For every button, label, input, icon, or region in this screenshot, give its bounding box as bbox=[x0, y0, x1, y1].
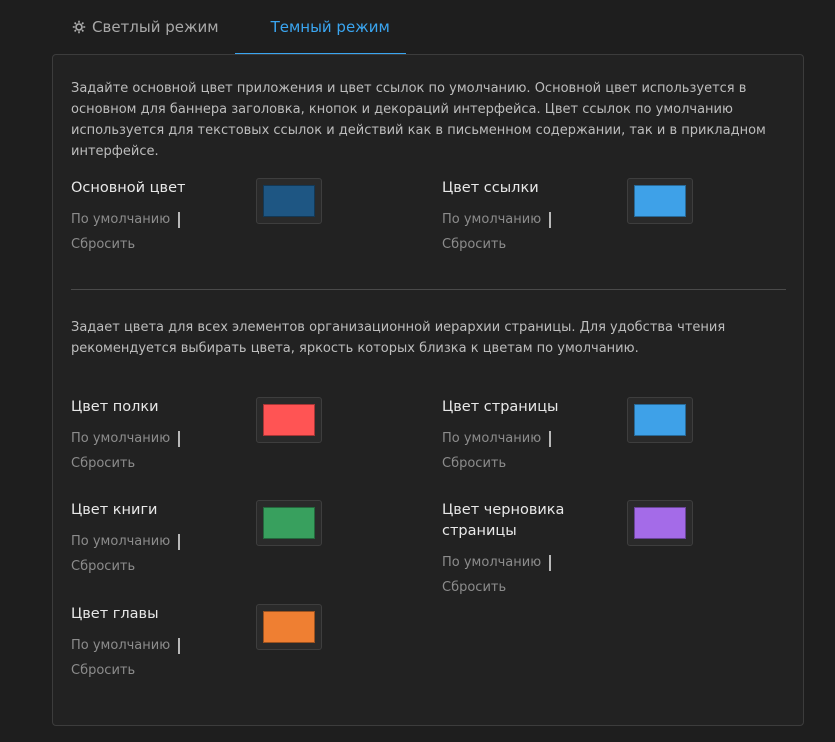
link-color-picker[interactable] bbox=[627, 178, 693, 224]
primary-color-swatch bbox=[263, 185, 315, 217]
book-color-default-link[interactable]: По умолчанию bbox=[71, 534, 181, 550]
primary-color-picker[interactable] bbox=[256, 178, 322, 224]
shelf-color-default-link[interactable]: По умолчанию bbox=[71, 431, 181, 447]
moon-icon bbox=[251, 20, 265, 34]
chapter-color-default-link[interactable]: По умолчанию bbox=[71, 638, 181, 654]
link-color-default-link[interactable]: По умолчанию bbox=[442, 212, 552, 228]
tab-light-mode-label: Светлый режим bbox=[92, 17, 219, 36]
chapter-color-swatch bbox=[263, 611, 315, 643]
tab-dark-mode[interactable]: Темный режим bbox=[234, 0, 406, 55]
shelf-color-reset-link[interactable]: Сбросить bbox=[71, 451, 331, 476]
color-settings-panel: Задайте основной цвет приложения и цвет … bbox=[52, 54, 804, 726]
draft-page-color-setting: Цвет черновика страницы По умолчанию Сбр… bbox=[442, 500, 572, 600]
gear-icon bbox=[72, 20, 86, 34]
page-color-default-link[interactable]: По умолчанию bbox=[442, 431, 552, 447]
primary-color-reset-link[interactable]: Сбросить bbox=[71, 232, 331, 257]
shelf-color-picker[interactable] bbox=[256, 397, 322, 443]
draft-page-color-default-link[interactable]: По умолчанию bbox=[442, 555, 552, 571]
book-color-picker[interactable] bbox=[256, 500, 322, 546]
page-color-swatch bbox=[634, 404, 686, 436]
page-color-reset-link[interactable]: Сбросить bbox=[442, 451, 702, 476]
tab-light-mode[interactable]: Светлый режим bbox=[56, 0, 235, 55]
draft-page-color-picker[interactable] bbox=[627, 500, 693, 546]
draft-page-color-swatch bbox=[634, 507, 686, 539]
primary-color-default-link[interactable]: По умолчанию bbox=[71, 212, 181, 228]
hierarchy-colors-description: Задает цвета для всех элементов организа… bbox=[71, 320, 726, 356]
link-color-swatch bbox=[634, 185, 686, 217]
shelf-color-swatch bbox=[263, 404, 315, 436]
section-divider bbox=[71, 289, 786, 290]
draft-page-color-label: Цвет черновика страницы bbox=[442, 502, 565, 539]
tab-dark-mode-label: Темный режим bbox=[270, 17, 390, 36]
book-color-reset-link[interactable]: Сбросить bbox=[71, 554, 331, 579]
page-color-picker[interactable] bbox=[627, 397, 693, 443]
chapter-color-picker[interactable] bbox=[256, 604, 322, 650]
app-colors-description: Задайте основной цвет приложения и цвет … bbox=[71, 81, 766, 159]
book-color-swatch bbox=[263, 507, 315, 539]
theme-mode-tabs: Светлый режим Темный режим bbox=[56, 0, 406, 55]
draft-page-color-reset-link[interactable]: Сбросить bbox=[442, 575, 572, 600]
chapter-color-reset-link[interactable]: Сбросить bbox=[71, 658, 331, 683]
link-color-reset-link[interactable]: Сбросить bbox=[442, 232, 702, 257]
